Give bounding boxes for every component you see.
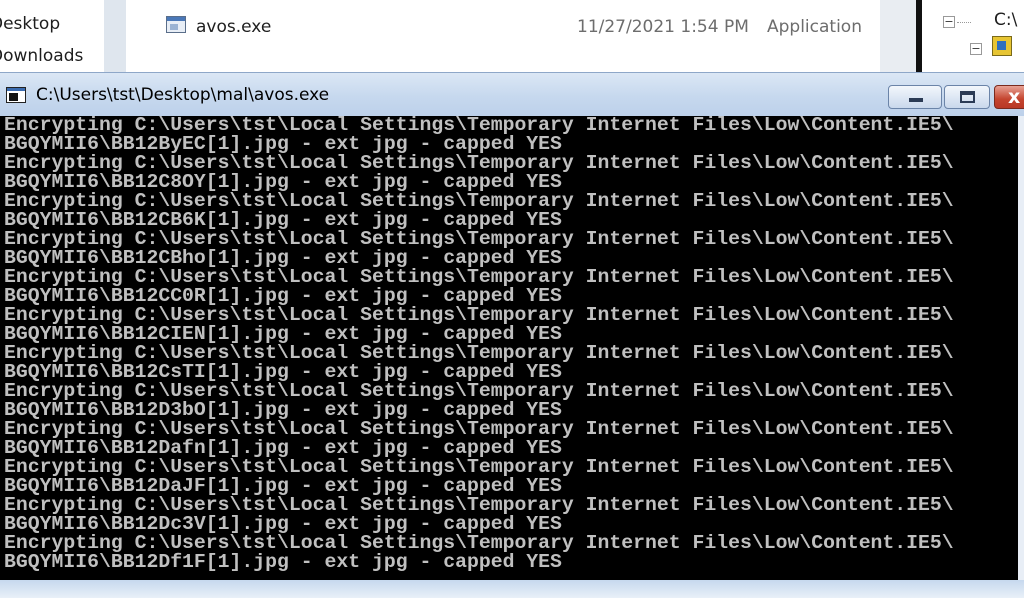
console-window: C:\Users\tst\Desktop\mal\avos.exe x Encr…: [0, 72, 1024, 598]
console-scrollbar[interactable]: [1018, 116, 1024, 580]
tree-collapse-toggle-child[interactable]: −: [970, 43, 982, 55]
tree-drive-label[interactable]: C:\: [994, 10, 1017, 30]
console-output[interactable]: Encrypting C:\Users\tst\Local Settings\T…: [0, 116, 1018, 580]
console-app-icon[interactable]: [6, 87, 26, 103]
console-line: BGQYMII6\BB12Df1F[1].jpg - ext jpg - cap…: [4, 551, 562, 573]
close-button[interactable]: x: [994, 85, 1024, 109]
file-name[interactable]: avos.exe: [196, 17, 271, 37]
title-bar[interactable]: C:\Users\tst\Desktop\mal\avos.exe x: [0, 72, 1024, 117]
pane-divider[interactable]: [104, 0, 126, 72]
nav-item-desktop[interactable]: Desktop: [0, 14, 60, 34]
minimize-button[interactable]: [888, 85, 942, 109]
file-type: Application: [767, 17, 862, 37]
tree-connector-line: [957, 22, 971, 24]
window-bottom-frame: [0, 580, 1024, 598]
file-date-modified: 11/27/2021 1:54 PM: [577, 17, 749, 37]
minimize-icon: [909, 98, 923, 102]
background-explorer-window: Desktop Downloads avos.exe 11/27/2021 1:…: [0, 0, 1024, 72]
tree-collapse-toggle[interactable]: −: [943, 16, 955, 28]
maximize-icon: [960, 91, 975, 103]
close-icon: x: [1008, 86, 1021, 108]
folder-tree-icon[interactable]: [992, 36, 1012, 56]
exe-file-icon[interactable]: [166, 16, 186, 33]
console-lines-container: Encrypting C:\Users\tst\Local Settings\T…: [0, 116, 1018, 572]
nav-item-downloads[interactable]: Downloads: [0, 46, 83, 66]
navigation-pane: Desktop Downloads: [0, 0, 105, 72]
window-title: C:\Users\tst\Desktop\mal\avos.exe: [36, 85, 330, 105]
window-gap: [880, 0, 916, 72]
maximize-button[interactable]: [944, 85, 990, 109]
